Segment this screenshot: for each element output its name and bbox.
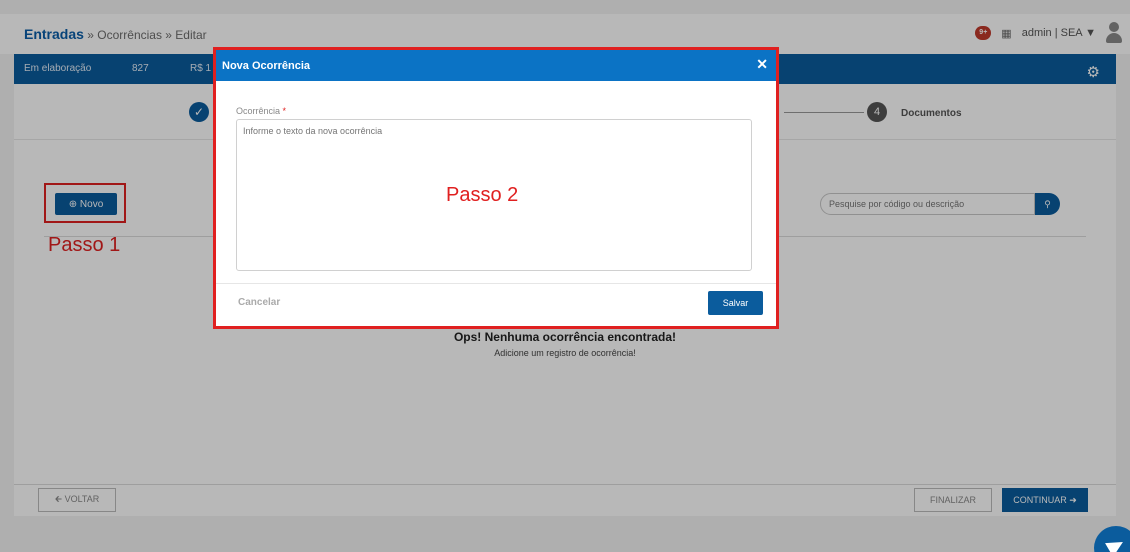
step2-highlight <box>213 47 779 329</box>
